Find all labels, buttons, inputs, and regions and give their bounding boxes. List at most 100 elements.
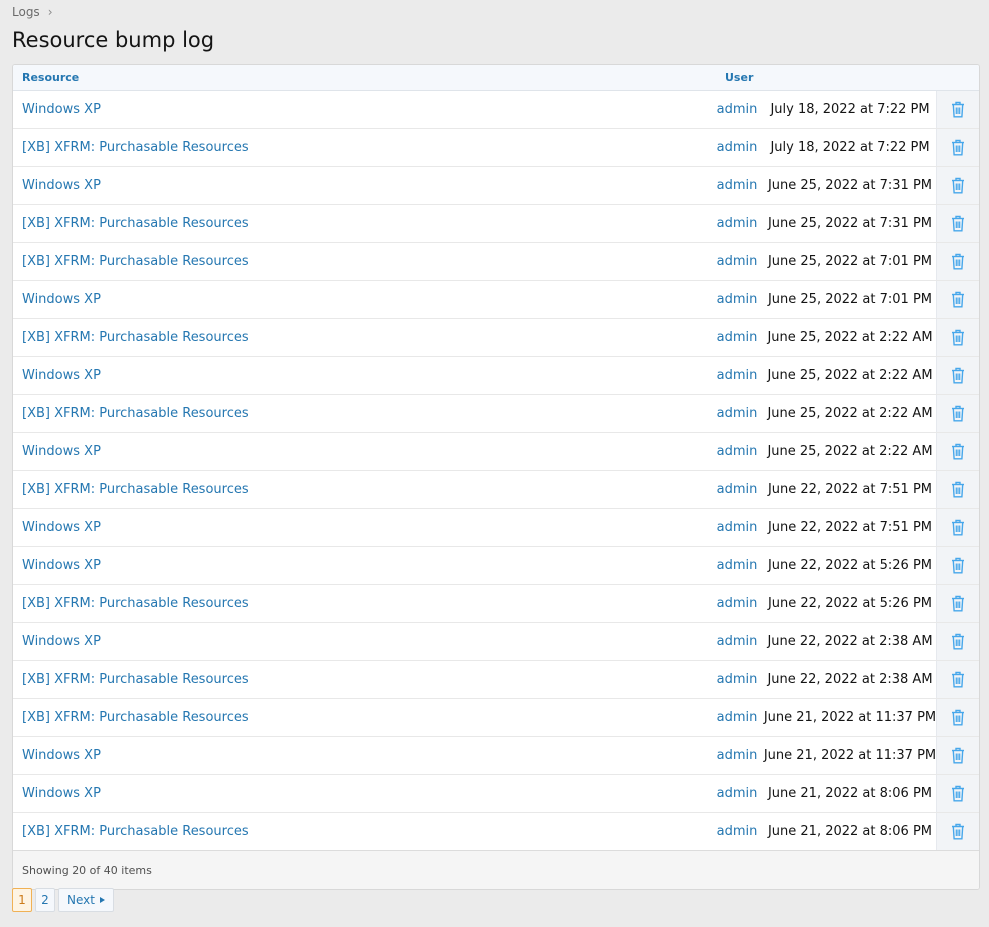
trash-icon: [951, 785, 965, 802]
delete-button[interactable]: [936, 357, 979, 394]
delete-button[interactable]: [936, 547, 979, 584]
delete-button[interactable]: [936, 205, 979, 242]
resource-bump-log-table: Resource User Windows XP admin July 18, 20…: [12, 64, 980, 890]
delete-button[interactable]: [936, 813, 979, 850]
delete-button[interactable]: [936, 433, 979, 470]
bump-date: June 25, 2022 at 7:31 PM: [767, 216, 933, 231]
resource-link[interactable]: Windows XP: [22, 292, 101, 307]
table-row: Windows XP admin June 25, 2022 at 7:31 PM: [13, 166, 979, 204]
resource-link[interactable]: Windows XP: [22, 444, 101, 459]
column-header-resource: Resource: [22, 71, 80, 84]
resource-link[interactable]: Windows XP: [22, 558, 101, 573]
trash-icon: [951, 215, 965, 232]
bump-date: June 25, 2022 at 2:22 AM: [767, 406, 933, 421]
bump-date: June 25, 2022 at 7:01 PM: [767, 292, 933, 307]
trash-icon: [951, 481, 965, 498]
bump-date: June 22, 2022 at 2:38 AM: [767, 634, 933, 649]
resource-link[interactable]: Windows XP: [22, 748, 101, 763]
delete-button[interactable]: [936, 167, 979, 204]
table-row: [XB] XFRM: Purchasable Resources admin Jun…: [13, 584, 979, 622]
resource-link[interactable]: Windows XP: [22, 102, 101, 117]
table-footer: Showing 20 of 40 items: [13, 850, 979, 889]
delete-button[interactable]: [936, 509, 979, 546]
delete-button[interactable]: [936, 319, 979, 356]
next-page-label: Next: [67, 893, 95, 907]
resource-link[interactable]: Windows XP: [22, 178, 101, 193]
resource-link[interactable]: Windows XP: [22, 634, 101, 649]
delete-button[interactable]: [936, 623, 979, 660]
trash-icon: [951, 329, 965, 346]
trash-icon: [951, 709, 965, 726]
pagination: 1 2 Next: [12, 888, 114, 912]
bump-date: June 22, 2022 at 5:26 PM: [767, 558, 933, 573]
trash-icon: [951, 519, 965, 536]
delete-button[interactable]: [936, 699, 979, 736]
table-row: [XB] XFRM: Purchasable Resources admin Jul…: [13, 128, 979, 166]
bump-date: June 21, 2022 at 11:37 PM: [763, 710, 937, 725]
table-row: [XB] XFRM: Purchasable Resources admin Jun…: [13, 470, 979, 508]
bump-date: June 25, 2022 at 7:01 PM: [767, 254, 933, 269]
delete-button[interactable]: [936, 129, 979, 166]
table-row: Windows XP admin June 22, 2022 at 5:26 PM: [13, 546, 979, 584]
trash-icon: [951, 633, 965, 650]
table-header: Resource User: [13, 65, 979, 91]
trash-icon: [951, 405, 965, 422]
caret-right-icon: [99, 897, 105, 903]
breadcrumb-separator-icon: ›: [47, 5, 53, 19]
column-header-user: User: [725, 71, 754, 84]
resource-link[interactable]: [XB] XFRM: Purchasable Resources: [22, 482, 249, 497]
delete-button[interactable]: [936, 737, 979, 774]
resource-link[interactable]: Windows XP: [22, 368, 101, 383]
resource-link[interactable]: [XB] XFRM: Purchasable Resources: [22, 596, 249, 611]
table-row: [XB] XFRM: Purchasable Resources admin Jun…: [13, 318, 979, 356]
table-row: Windows XP admin June 21, 2022 at 11:37 PM: [13, 736, 979, 774]
resource-link[interactable]: [XB] XFRM: Purchasable Resources: [22, 406, 249, 421]
page-title: Resource bump log: [12, 28, 215, 52]
bump-date: June 21, 2022 at 11:37 PM: [763, 748, 937, 763]
breadcrumb-logs-link[interactable]: Logs: [12, 5, 40, 19]
bump-date: June 25, 2022 at 7:31 PM: [767, 178, 933, 193]
resource-link[interactable]: [XB] XFRM: Purchasable Resources: [22, 140, 249, 155]
bump-date: July 18, 2022 at 7:22 PM: [770, 102, 930, 117]
table-body: Windows XP admin July 18, 2022 at 7:22 PM[…: [13, 91, 979, 850]
resource-link[interactable]: [XB] XFRM: Purchasable Resources: [22, 216, 249, 231]
delete-button[interactable]: [936, 395, 979, 432]
bump-date: June 22, 2022 at 2:38 AM: [767, 672, 933, 687]
trash-icon: [951, 557, 965, 574]
trash-icon: [951, 101, 965, 118]
trash-icon: [951, 595, 965, 612]
table-row: [XB] XFRM: Purchasable Resources admin Jun…: [13, 242, 979, 280]
trash-icon: [951, 443, 965, 460]
delete-button[interactable]: [936, 91, 979, 128]
delete-button[interactable]: [936, 775, 979, 812]
resource-link[interactable]: [XB] XFRM: Purchasable Resources: [22, 330, 249, 345]
bump-date: June 21, 2022 at 8:06 PM: [767, 824, 933, 839]
trash-icon: [951, 139, 965, 156]
delete-button[interactable]: [936, 281, 979, 318]
bump-date: June 22, 2022 at 5:26 PM: [767, 596, 933, 611]
bump-date: June 25, 2022 at 2:22 AM: [767, 444, 933, 459]
page-1-button[interactable]: 1: [12, 888, 32, 912]
bump-date: July 18, 2022 at 7:22 PM: [770, 140, 930, 155]
bump-date: June 22, 2022 at 7:51 PM: [767, 482, 933, 497]
resource-link[interactable]: [XB] XFRM: Purchasable Resources: [22, 254, 249, 269]
items-count-text: Showing 20 of 40 items: [22, 863, 152, 877]
table-row: [XB] XFRM: Purchasable Resources admin Jun…: [13, 394, 979, 432]
resource-link[interactable]: [XB] XFRM: Purchasable Resources: [22, 824, 249, 839]
delete-button[interactable]: [936, 661, 979, 698]
delete-button[interactable]: [936, 471, 979, 508]
page-2-button[interactable]: 2: [35, 888, 55, 912]
resource-link[interactable]: Windows XP: [22, 786, 101, 801]
trash-icon: [951, 177, 965, 194]
table-row: [XB] XFRM: Purchasable Resources admin Jun…: [13, 698, 979, 736]
delete-button[interactable]: [936, 585, 979, 622]
bump-date: June 25, 2022 at 2:22 AM: [767, 368, 933, 383]
delete-button[interactable]: [936, 243, 979, 280]
table-row: Windows XP admin June 25, 2022 at 7:01 PM: [13, 280, 979, 318]
trash-icon: [951, 253, 965, 270]
next-page-button[interactable]: Next: [58, 888, 114, 912]
trash-icon: [951, 747, 965, 764]
resource-link[interactable]: [XB] XFRM: Purchasable Resources: [22, 672, 249, 687]
resource-link[interactable]: Windows XP: [22, 520, 101, 535]
resource-link[interactable]: [XB] XFRM: Purchasable Resources: [22, 710, 249, 725]
